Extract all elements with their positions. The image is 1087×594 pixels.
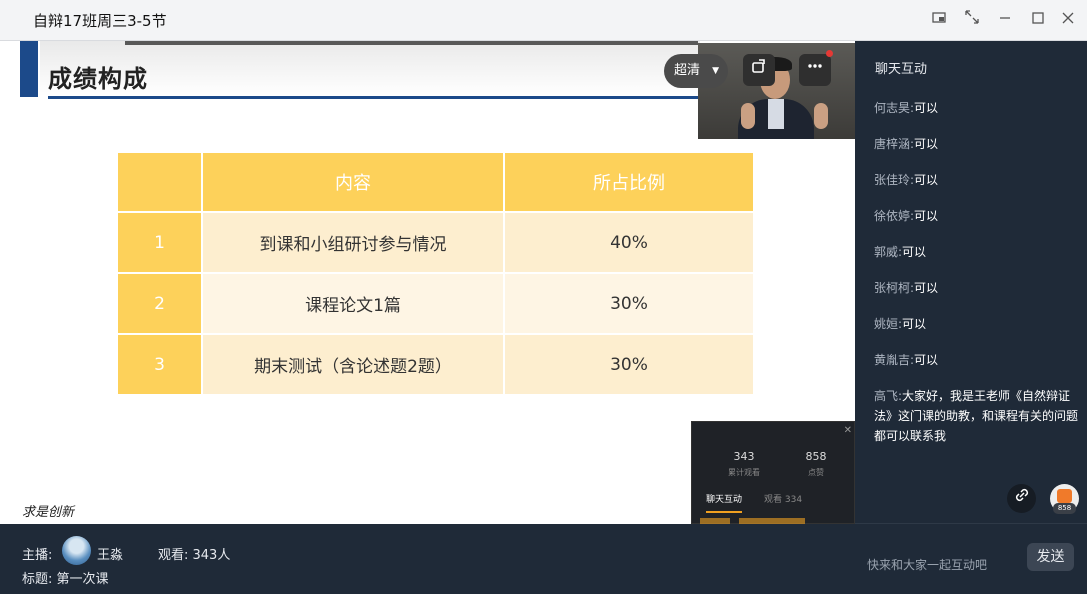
quality-label: 超清 (674, 63, 701, 78)
row-ratio: 30% (503, 333, 755, 396)
chat-message: 唐梓涵:可以 (874, 134, 1079, 154)
tab-chat[interactable]: 聊天互动 (706, 492, 743, 513)
row-content: 课程论文1篇 (201, 272, 505, 335)
more-icon[interactable] (799, 54, 831, 86)
chat-text: 可以 (902, 245, 927, 259)
chat-message: 黄胤吉:可以 (874, 350, 1079, 370)
chat-text: 可以 (914, 209, 939, 223)
tab-viewers[interactable]: 观看 334 (764, 492, 802, 505)
chat-message: 姚姮:可以 (874, 314, 1079, 334)
table-row: 1 到课和小组研讨参与情况 40% (116, 211, 755, 274)
chat-text: 可以 (914, 101, 939, 115)
row-content: 到课和小组研讨参与情况 (201, 211, 505, 274)
close-icon[interactable]: ✕ (844, 425, 852, 436)
maximize-icon[interactable] (1027, 9, 1049, 31)
chat-sender: 何志昊: (874, 101, 915, 115)
chat-sender: 徐依婷: (874, 209, 915, 223)
slide-heading: 成绩构成 (48, 65, 148, 93)
pin-icon[interactable] (928, 9, 950, 31)
chat-text: 可以 (914, 173, 939, 187)
link-icon[interactable] (1007, 484, 1036, 513)
table-header-row: 内容 所占比例 (116, 151, 755, 213)
table-header-cell: 所占比例 (503, 151, 755, 213)
thumbs-up-icon (1057, 489, 1072, 503)
row-number: 3 (116, 333, 203, 396)
chat-text: 可以 (902, 317, 927, 331)
chat-text: 可以 (914, 353, 939, 367)
minimize-icon[interactable] (994, 9, 1016, 31)
chat-ticker (700, 518, 850, 524)
avatar[interactable] (62, 536, 91, 565)
chat-sender: 张柯柯: (874, 281, 915, 295)
table-header-cell (116, 151, 203, 213)
chat-sender: 唐梓涵: (874, 137, 915, 151)
table-row: 2 课程论文1篇 30% (116, 272, 755, 335)
stat-total-views: 343 累计观看 (704, 450, 784, 478)
camera-person-shirt (768, 99, 784, 129)
chat-title: 聊天互动 (875, 62, 928, 77)
chat-sender: 郭威: (874, 245, 903, 259)
signature-logo: 求是创新 (22, 505, 75, 520)
slide-heading-underline (48, 96, 698, 99)
grade-table: 内容 所占比例 1 到课和小组研讨参与情况 40% 2 课程论文1篇 30% 3… (116, 151, 755, 396)
chat-message: 郭威:可以 (874, 242, 1079, 262)
chat-text: 可以 (914, 281, 939, 295)
stat-value: 858 (805, 450, 827, 463)
chat-text: 可以 (914, 137, 939, 151)
host-label: 主播: (22, 548, 53, 563)
camera-person-hand (741, 103, 755, 129)
table-row: 3 期末测试（含论述题2题） 30% (116, 333, 755, 396)
stat-likes: 858 点赞 (776, 450, 856, 478)
camera-person-hand (814, 103, 828, 129)
quality-select-button[interactable]: 超清 ▼ (664, 54, 728, 88)
stream-info-bar: 主播: 王淼 观看: 343人 标题: 第一次课 (0, 524, 855, 594)
fullscreen-icon[interactable] (961, 9, 983, 31)
send-button[interactable]: 发送 (1027, 543, 1074, 571)
row-ratio: 40% (503, 211, 755, 274)
row-content: 期末测试（含论述题2题） (201, 333, 505, 396)
chat-message-list: 何志昊:可以 唐梓涵:可以 张佳玲:可以 徐依婷:可以 郭威:可以 张柯柯:可以… (874, 98, 1079, 462)
stat-label: 点赞 (808, 468, 824, 477)
chat-message: 高飞:大家好，我是王老师《自然辩证法》这门课的助教，和课程有关的问题都可以联系我 (874, 386, 1079, 446)
chevron-down-icon: ▼ (712, 66, 719, 76)
chat-sender: 黄胤吉: (874, 353, 915, 367)
host-name: 王淼 (97, 548, 124, 563)
chat-sender: 姚姮: (874, 317, 903, 331)
slide-top-strip (125, 41, 698, 45)
chat-sender: 张佳玲: (874, 173, 915, 187)
rotate-icon[interactable] (743, 54, 775, 86)
row-number: 2 (116, 272, 203, 335)
viewer-count: 观看: 343人 (158, 548, 231, 563)
stat-value: 343 (733, 450, 755, 463)
notification-dot (826, 50, 833, 57)
slide-accent-bar (20, 41, 38, 97)
table-header-cell: 内容 (201, 151, 505, 213)
like-count-badge: 858 (1053, 503, 1076, 514)
close-icon[interactable] (1057, 9, 1079, 31)
chat-sender: 高飞: (874, 389, 903, 403)
chat-panel: 聊天互动 何志昊:可以 唐梓涵:可以 张佳玲:可以 徐依婷:可以 郭威:可以 张… (855, 41, 1087, 594)
chat-text: 大家好，我是王老师《自然辩证法》这门课的助教，和课程有关的问题都可以联系我 (874, 389, 1079, 443)
chat-message: 张佳玲:可以 (874, 170, 1079, 190)
mini-stats-panel[interactable]: ✕ 343 累计观看 858 点赞 聊天互动 观看 334 (691, 421, 855, 524)
chat-message: 张柯柯:可以 (874, 278, 1079, 298)
chat-message: 徐依婷:可以 (874, 206, 1079, 226)
window-title: 自辩17班周三3-5节 (33, 12, 167, 30)
chat-message: 何志昊:可以 (874, 98, 1079, 118)
stream-subject: 标题: 第一次课 (22, 572, 109, 587)
stat-label: 累计观看 (728, 468, 760, 477)
row-ratio: 30% (503, 272, 755, 335)
row-number: 1 (116, 211, 203, 274)
title-bar: 自辩17班周三3-5节 (0, 0, 1087, 41)
